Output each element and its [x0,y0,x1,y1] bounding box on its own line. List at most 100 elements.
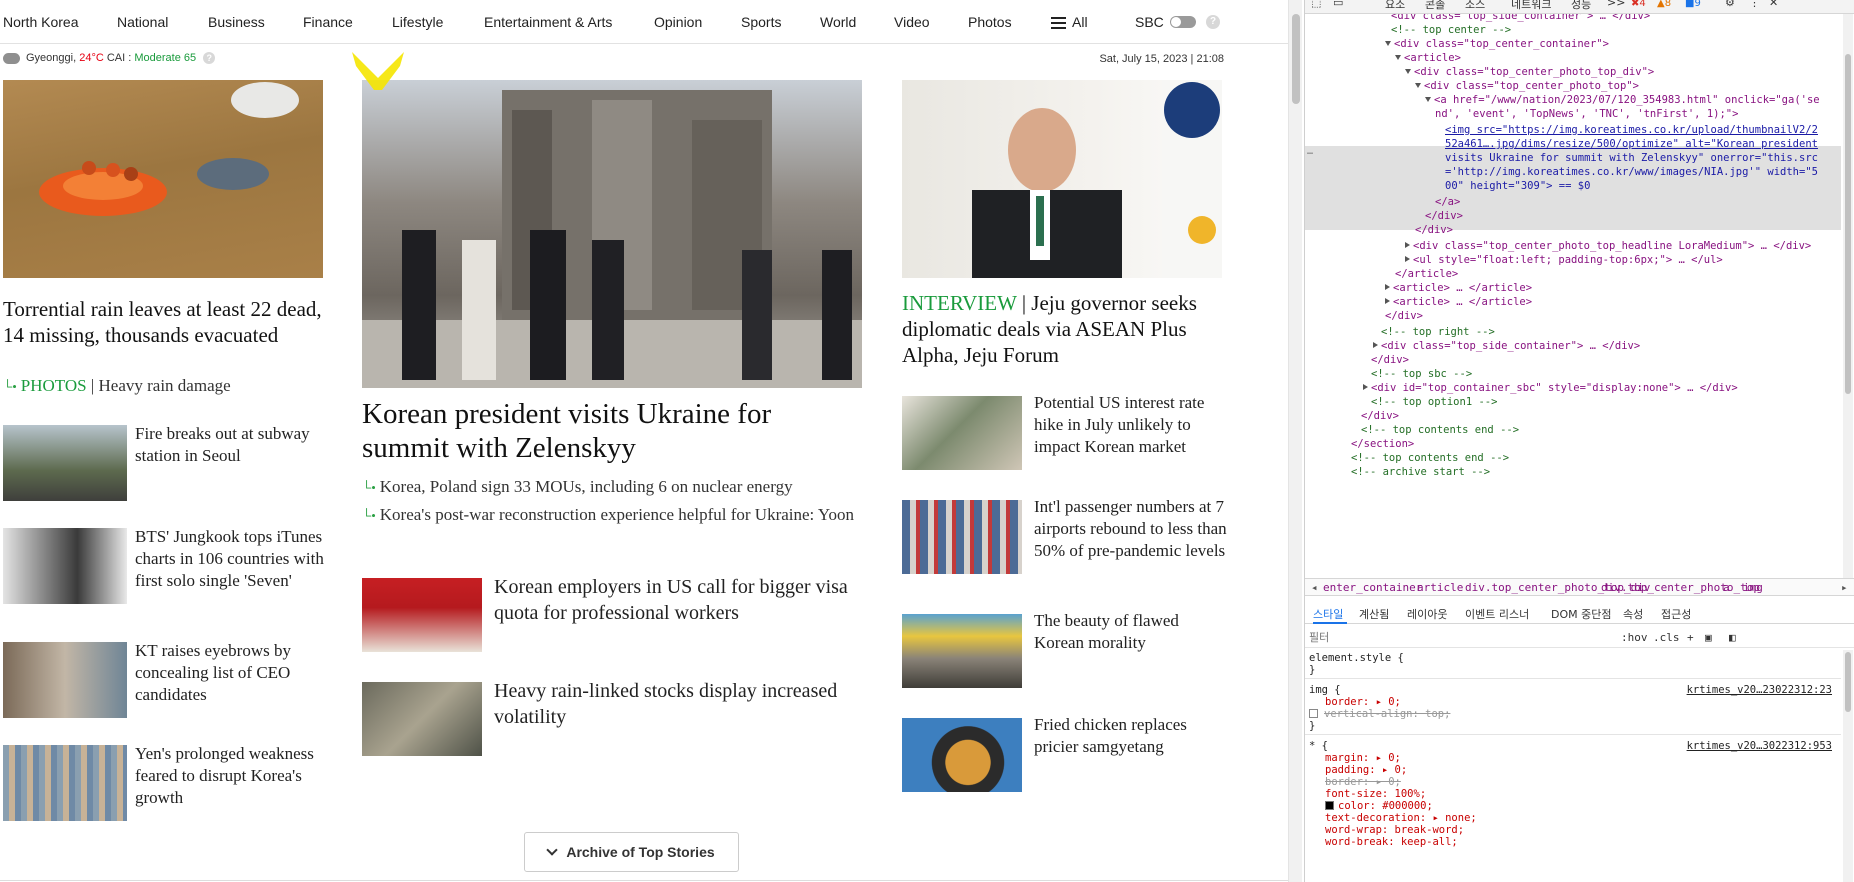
breadcrumb-scroll-left[interactable]: ◂ [1311,581,1318,594]
main-story-photo[interactable] [362,80,862,388]
dom-scrollbar-thumb[interactable] [1845,54,1851,394]
css-rule[interactable]: margin: ▸ 0; [1325,752,1401,764]
class-toggle[interactable]: .cls [1653,631,1680,644]
main-sub-link[interactable]: └• Korea's post-war reconstruction experi… [362,504,862,527]
story-thumb[interactable] [3,642,127,718]
breadcrumb-item[interactable]: a [1723,581,1730,594]
nav-entertainment-arts[interactable]: Entertainment & Arts [484,14,612,30]
dom-node-close[interactable]: </div> [1415,224,1453,236]
dom-node-close[interactable]: </div> [1385,310,1423,322]
lead-sub-link[interactable]: └• PHOTOS | Heavy rain damage [3,375,231,398]
css-element-style[interactable]: element.style { [1309,652,1404,664]
close-icon[interactable]: ✕ [1769,0,1778,9]
styles-scrollbar[interactable] [1843,650,1853,882]
story-title[interactable]: Heavy rain-linked stocks display increas… [494,678,864,730]
css-rule[interactable]: padding: ▸ 0; [1325,764,1407,776]
tab-event-listeners[interactable]: 이벤트 리스너 [1465,606,1529,622]
dom-comment[interactable]: <!-- top sbc --> [1371,368,1472,380]
css-rule-struck[interactable]: border: ▸ 0; [1325,776,1401,788]
main-headline[interactable]: Korean president visits Ukraine for summ… [362,397,862,465]
device-icon[interactable]: ▭ [1333,0,1343,9]
dom-node[interactable]: <div class="top_center_container"> [1385,38,1609,50]
story-thumb[interactable] [902,396,1022,470]
dom-node-close[interactable]: </div> [1361,410,1399,422]
breadcrumb-item[interactable]: div.top_center_photo_top [1601,581,1760,594]
dom-img-node-continued[interactable]: 52a461….jpg/dims/resize/500/optimize" al… [1445,138,1818,150]
nav-national[interactable]: National [117,14,168,30]
story-title[interactable]: The beauty of flawed Korean morality [1034,610,1229,654]
dom-node[interactable]: <article> [1395,52,1461,64]
dom-node[interactable]: <div class="top_center_photo_top_headlin… [1405,240,1811,252]
story-title[interactable]: Int'l passenger numbers at 7 airports re… [1034,496,1229,562]
dom-node-close[interactable]: </article> [1395,268,1458,280]
story-thumb[interactable] [902,718,1022,792]
sbc-toggle[interactable] [1170,16,1196,28]
dom-node-close[interactable]: </section> [1351,438,1414,450]
story-thumb[interactable] [3,528,127,604]
dom-node-continued[interactable]: nd', 'event', 'TopNews', 'TNC', 'tnFirst… [1435,108,1738,120]
dom-node-close[interactable]: </div> [1371,354,1409,366]
tab-layout[interactable]: 레이아웃 [1407,606,1447,622]
cai-help-icon[interactable]: ? [203,52,216,64]
lead-headline[interactable]: Torrential rain leaves at least 22 dead,… [3,296,328,348]
dom-scrollbar[interactable] [1843,14,1853,578]
dom-img-node-continued[interactable]: visits Ukraine for summit with Zelenskyy… [1445,152,1818,164]
more-options-dots[interactable]: … [1307,146,1313,157]
dom-node[interactable]: <ul style="float:left; padding-top:6px;"… [1405,254,1723,266]
story-title[interactable]: Yen's prolonged weakness feared to disru… [135,743,325,809]
story-thumb[interactable] [902,500,1022,574]
dom-node[interactable]: <div class="top_side_container"> … </div… [1391,14,1650,22]
interview-headline[interactable]: INTERVIEW | Jeju governor seeks diplomat… [902,290,1227,368]
css-rule-struck[interactable]: vertical-align: top; [1309,708,1450,720]
nav-video[interactable]: Video [894,14,930,30]
hover-state-toggle[interactable]: :hov [1621,631,1648,644]
tab-elements[interactable]: 요소 [1385,0,1405,12]
warning-count-badge[interactable]: ▲8 [1657,0,1671,9]
dom-node[interactable]: <div class="top_center_photo_top_div"> [1405,66,1654,78]
css-source-link[interactable]: krtimes_v20…23022312:23 [1687,684,1832,696]
nav-north-korea[interactable]: North Korea [3,14,78,30]
css-rule[interactable]: word-wrap: break-word; [1325,824,1464,836]
archive-top-stories-button[interactable]: Archive of Top Stories [524,832,739,872]
dom-node[interactable]: <div id="top_container_sbc" style="displ… [1363,382,1738,394]
dom-img-node-continued[interactable]: 00" height="309"> == $0 [1445,180,1590,192]
kebab-menu-icon[interactable]: ⋮ [1749,0,1760,9]
computed-styles-icon[interactable]: ▣ [1705,631,1712,644]
page-scrollbar-thumb[interactable] [1292,14,1300,104]
css-source-link[interactable]: krtimes_v20…3022312:953 [1687,740,1832,752]
dom-node[interactable]: <div class="top_center_photo_top"> [1415,80,1639,92]
story-title[interactable]: BTS' Jungkook tops iTunes charts in 106 … [135,526,325,592]
story-title[interactable]: Potential US interest rate hike in July … [1034,392,1229,458]
new-rule-button[interactable]: + [1687,631,1694,644]
nav-all-menu[interactable]: All [1051,14,1088,30]
help-icon[interactable]: ? [1206,15,1220,29]
story-thumb[interactable] [362,682,482,756]
inspect-icon[interactable]: ⬚ [1311,0,1321,9]
story-thumb[interactable] [902,614,1022,688]
dom-node[interactable]: <a href="/www/nation/2023/07/120_354983.… [1425,94,1820,106]
css-rule[interactable]: word-break: keep-all; [1325,836,1458,848]
nav-lifestyle[interactable]: Lifestyle [392,14,443,30]
flood-photo[interactable] [3,80,323,278]
dom-node[interactable]: <div class="top_side_container"> … </div… [1373,340,1640,352]
sidebar-toggle-icon[interactable]: ◧ [1729,631,1736,644]
tab-dom-breakpoints[interactable]: DOM 중단점 [1551,606,1611,622]
nav-business[interactable]: Business [208,14,265,30]
dom-node[interactable]: <article> … </article> [1385,282,1532,294]
dom-comment[interactable]: <!-- top center --> [1391,24,1511,36]
nav-sports[interactable]: Sports [741,14,781,30]
message-count-badge[interactable]: ■9 [1685,0,1701,9]
dom-comment[interactable]: <!-- top contents end --> [1361,424,1519,436]
css-img-selector[interactable]: img { [1309,684,1341,696]
dom-img-node-continued[interactable]: ='http://img.koreatimes.co.kr/www/images… [1445,166,1818,178]
gear-icon[interactable]: ⚙ [1725,0,1735,9]
css-rule[interactable]: text-decoration: ▸ none; [1325,812,1477,824]
css-star-selector[interactable]: * { [1309,740,1328,752]
dom-node-close[interactable]: </a> [1435,196,1460,208]
css-rule[interactable]: font-size: 100%; [1325,788,1426,800]
color-swatch[interactable] [1325,801,1334,810]
main-sub-link[interactable]: └• Korea, Poland sign 33 MOUs, including … [362,476,862,499]
story-thumb[interactable] [3,745,127,821]
nav-opinion[interactable]: Opinion [654,14,702,30]
page-scrollbar[interactable] [1288,0,1302,882]
